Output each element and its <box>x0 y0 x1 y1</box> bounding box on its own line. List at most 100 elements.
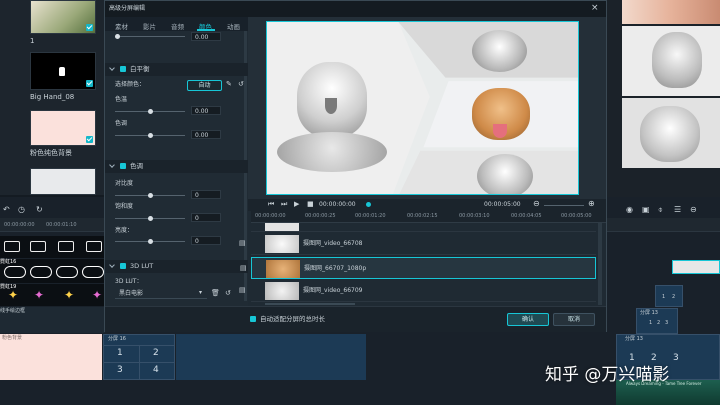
white-balance-checkbox[interactable] <box>120 66 126 72</box>
track-rockets: 霓虹19 ✦ ✦ ✦ ✦ <box>0 284 105 306</box>
render-icon[interactable]: ◉ <box>626 206 633 214</box>
brightness-label: 亮度： <box>115 227 134 234</box>
library-thumb-1[interactable] <box>30 0 96 34</box>
reset-icon[interactable]: ↺ <box>225 290 231 297</box>
section-label: 白平衡 <box>130 65 150 73</box>
auto-fit-label: 自动适配分屏的总时长 <box>260 315 325 323</box>
tab-clip[interactable]: 素材 <box>115 21 128 31</box>
track-pink-bg: 粉色背景 <box>0 334 102 380</box>
media-library: 1 Big Hand_08 粉色纯色背景 <box>0 0 105 195</box>
zoom-out-icon[interactable]: ⊖ <box>690 206 697 214</box>
brightness-field[interactable]: 0 <box>191 236 221 245</box>
tab-audio[interactable]: 音频 <box>171 21 184 31</box>
auto-fit-checkbox[interactable] <box>250 316 256 322</box>
clip-thumb-right[interactable] <box>672 260 720 274</box>
ruler-tick: 00:00:00:00 <box>4 222 35 228</box>
lut-checkbox[interactable] <box>120 263 126 269</box>
trash-icon[interactable]: 🗑 <box>211 290 220 297</box>
split-clip[interactable]: 分屏 16 1 2 3 4 <box>103 334 175 380</box>
cancel-button[interactable]: 取消 <box>553 313 595 326</box>
zoom-out-icon[interactable]: ⊖ <box>533 200 540 208</box>
library-thumb-big-hand[interactable] <box>30 52 96 90</box>
total-time: 00:00:05:00 <box>484 201 521 208</box>
timeline-row-3[interactable]: ▤ 摄图网_video_66709 <box>239 280 596 302</box>
tick-label: 00:00:04:05 <box>511 213 542 219</box>
top-value-field[interactable]: 0.00 <box>191 32 221 41</box>
top-slider[interactable] <box>115 36 185 37</box>
undo-icon[interactable]: ↶ <box>3 206 10 214</box>
dialog-titlebar: 高级分屏编辑 × <box>105 1 606 17</box>
prev-frame-icon[interactable]: ⏮ <box>268 201 274 208</box>
check-icon <box>86 24 93 31</box>
split-cell: 4 <box>153 365 159 375</box>
check-icon <box>86 80 93 87</box>
temperature-field[interactable]: 0.00 <box>191 106 221 115</box>
tone-header[interactable]: 色调 <box>105 160 248 173</box>
playhead-dot[interactable] <box>366 202 371 207</box>
slider-knob[interactable] <box>148 109 153 114</box>
timeline-toolbar: ↶ ◷ ↻ <box>0 203 105 217</box>
tab-animation[interactable]: 动画 <box>227 21 240 31</box>
main-toolbar-right: ◉ ▣ ⌽ ☰ ⊖ <box>620 203 720 217</box>
clip-name: 摄图网_video_66709 <box>303 287 363 294</box>
current-time: 00:00:00:00 <box>319 201 356 208</box>
auto-button[interactable]: 自动 <box>187 80 222 91</box>
split-preview-area <box>248 17 606 199</box>
step-icon[interactable]: ⏭ <box>281 201 287 208</box>
tone-checkbox[interactable] <box>120 163 126 169</box>
track-fill <box>176 334 366 380</box>
slider-knob[interactable] <box>148 193 153 198</box>
cell: 1 <box>662 294 666 300</box>
cell: 3 <box>665 320 669 326</box>
chevron-down-icon <box>109 65 115 71</box>
zoom-in-icon[interactable]: ⊕ <box>588 200 595 208</box>
preview-dog-bottom <box>622 98 720 168</box>
zoom-slider[interactable] <box>544 205 584 206</box>
rocket-icon: ✦ <box>92 288 103 302</box>
right-clip-b[interactable]: 分屏 13 1 2 3 <box>636 308 678 334</box>
tick-label: 00:00:00:25 <box>305 213 336 219</box>
dialog-timeline-scrollbar[interactable] <box>598 223 602 305</box>
redo-icon[interactable]: ↻ <box>36 206 43 214</box>
play-icon[interactable]: ▶ <box>294 201 299 208</box>
eyedropper-icon[interactable]: ✎ <box>226 81 232 88</box>
lut-label: 3D LUT： <box>115 278 143 285</box>
library-thumb-5[interactable] <box>30 168 96 195</box>
mic-icon[interactable]: ⌽ <box>658 206 663 214</box>
clip-name: 摄图网_66707_1080p <box>304 265 367 272</box>
ok-button[interactable]: 确认 <box>507 313 549 326</box>
slider-knob[interactable] <box>148 239 153 244</box>
split-preview-canvas[interactable] <box>266 21 579 195</box>
timeline-row-1[interactable]: ▤ 摄图网_video_66708 <box>239 233 596 255</box>
slider-knob[interactable] <box>115 34 120 39</box>
rocket-icon: ✦ <box>34 288 45 302</box>
track-border: 线手绘边框 <box>0 307 105 333</box>
library-thumb-pink[interactable] <box>30 110 96 146</box>
split-clip-label: 分屏 16 <box>108 336 126 342</box>
right-clip-a[interactable]: 1 2 <box>655 285 683 307</box>
shield-icon[interactable]: ▣ <box>642 206 650 214</box>
timeline-row-partial[interactable] <box>251 223 596 232</box>
saturation-field[interactable]: 0 <box>191 213 221 222</box>
close-icon[interactable]: × <box>591 4 599 13</box>
reset-icon[interactable]: ↺ <box>238 81 244 88</box>
contrast-field[interactable]: 0 <box>191 190 221 199</box>
stop-icon[interactable]: ■ <box>307 201 314 208</box>
app-window: 1 Big Hand_08 粉色纯色背景 ↶ ◷ ↻ 00:00:00:00 0… <box>0 0 720 405</box>
lut-select[interactable]: 黑白电影 ▾ <box>115 289 207 299</box>
slider-knob[interactable] <box>148 216 153 221</box>
timeline-row-2[interactable]: ▤ 摄图网_66707_1080p <box>240 257 596 279</box>
temperature-label: 色温 <box>115 96 128 103</box>
split-cell: 3 <box>673 353 679 363</box>
white-balance-header[interactable]: 白平衡 <box>105 63 248 76</box>
list-icon[interactable]: ☰ <box>674 206 681 214</box>
split-label: 分屏 13 <box>640 310 658 316</box>
contrast-label: 对比度 <box>115 180 134 187</box>
tint-field[interactable]: 0.00 <box>191 130 221 139</box>
clock-icon[interactable]: ◷ <box>18 206 25 214</box>
slider-knob[interactable] <box>148 133 153 138</box>
tab-video[interactable]: 影片 <box>143 21 156 31</box>
track-label: 线手绘边框 <box>0 308 26 314</box>
lut-header[interactable]: 3D LUT <box>105 260 248 273</box>
timeline-hscroll[interactable] <box>265 303 355 305</box>
